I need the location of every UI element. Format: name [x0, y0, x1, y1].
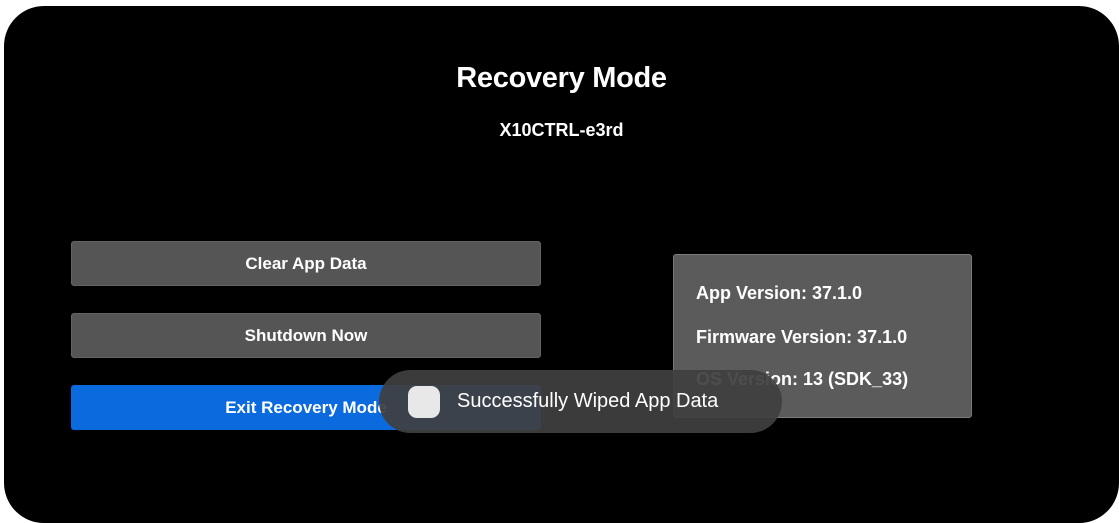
- shutdown-now-button[interactable]: Shutdown Now: [71, 313, 541, 358]
- page-title: Recovery Mode: [456, 62, 667, 94]
- toast-notification: Successfully Wiped App Data: [379, 370, 782, 433]
- app-icon: [408, 385, 440, 418]
- recovery-screen: Recovery Mode X10CTRL-e3rd Clear App Dat…: [4, 6, 1119, 523]
- exit-recovery-mode-label: Exit Recovery Mode: [225, 397, 387, 417]
- app-version-text: App Version: 37.1.0: [696, 283, 863, 303]
- clear-app-data-label: Clear App Data: [245, 253, 367, 273]
- device-id: X10CTRL-e3rd: [499, 120, 624, 140]
- toast-message: Successfully Wiped App Data: [457, 390, 719, 412]
- firmware-version-text: Firmware Version: 37.1.0: [696, 327, 908, 347]
- clear-app-data-button[interactable]: Clear App Data: [71, 241, 541, 286]
- shutdown-now-label: Shutdown Now: [244, 325, 368, 345]
